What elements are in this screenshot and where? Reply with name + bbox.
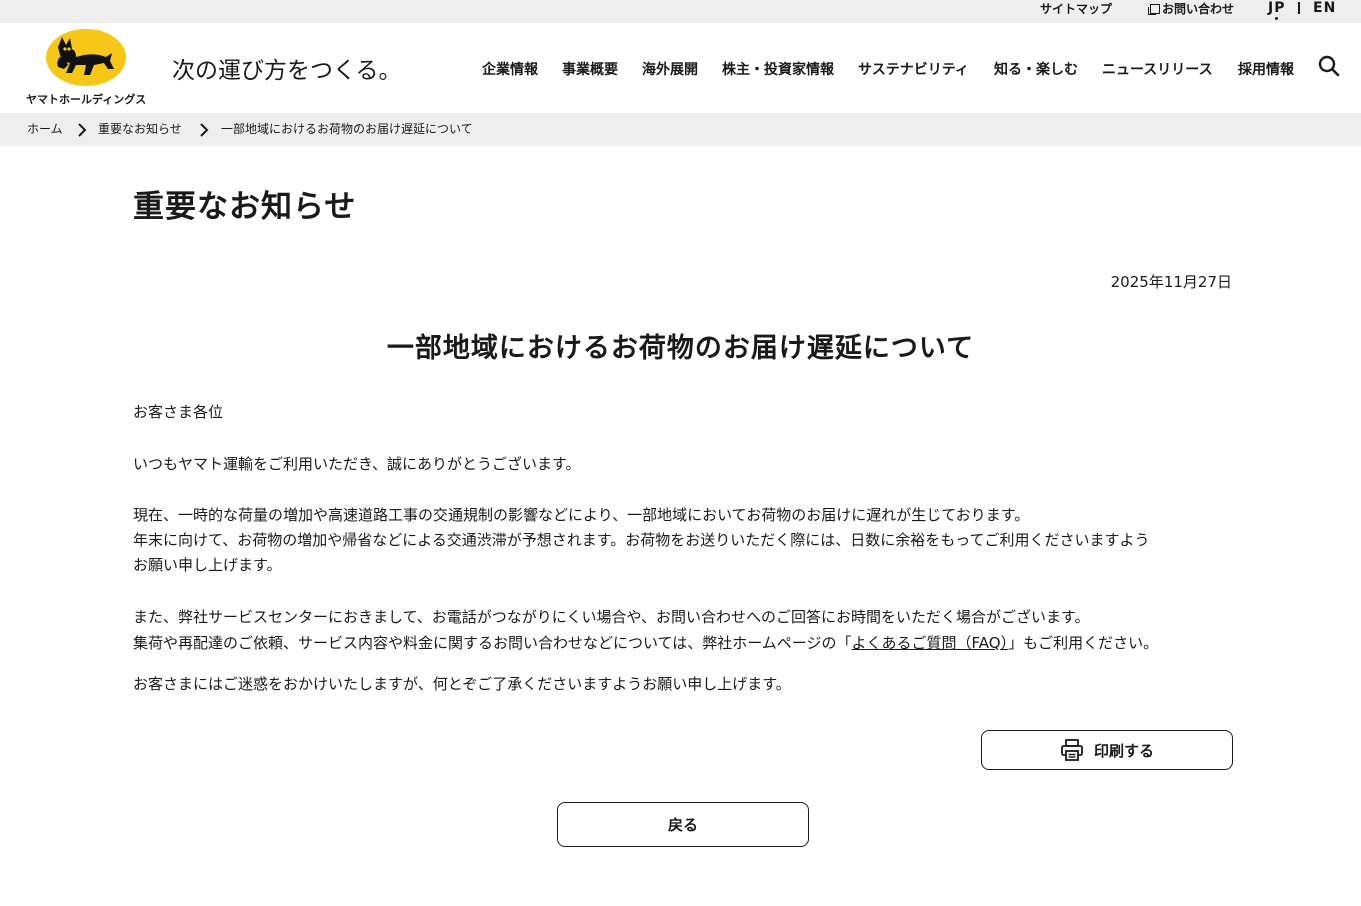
- tagline: 次の運び方をつくる。: [172, 58, 402, 84]
- nav-news-release[interactable]: ニュースリリース: [1102, 59, 1213, 79]
- body-line: 現在、一時的な荷量の増加や高速道路工事の交通規制の影響などにより、一部地域におい…: [133, 506, 1030, 524]
- external-window-icon: [1148, 3, 1160, 15]
- lang-jp-link[interactable]: JP: [1268, 0, 1286, 20]
- logo-wordmark: ヤマトホールディングス: [26, 93, 147, 106]
- breadcrumb: ホーム 重要なお知らせ 一部地域におけるお荷物のお届け遅延について: [0, 113, 1361, 146]
- search-icon[interactable]: [1318, 55, 1340, 77]
- body-text: 集荷や再配達のご依頼、サービス内容や料金に関するお問い合わせなどについては、弊社…: [133, 634, 852, 652]
- current-lang-indicator: [1275, 17, 1278, 20]
- back-button-label: 戻る: [667, 816, 698, 834]
- body-line: 集荷や再配達のご依頼、サービス内容や料金に関するお問い合わせなどについては、弊社…: [133, 630, 1233, 656]
- faq-link[interactable]: よくあるご質問（FAQ）: [852, 634, 1009, 652]
- logo-emblem: [46, 29, 126, 86]
- nav-sustainability[interactable]: サステナビリティ: [858, 59, 969, 79]
- lang-jp-label: JP: [1268, 0, 1286, 16]
- contact-link-label: お問い合わせ: [1162, 2, 1235, 16]
- thanks-text: いつもヤマト運輸をご利用いただき、誠にありがとうございます。: [133, 455, 581, 473]
- nav-global[interactable]: 海外展開: [642, 59, 698, 79]
- back-button[interactable]: 戻る: [557, 802, 809, 847]
- body-text: 」もご利用ください。: [1008, 634, 1159, 652]
- chevron-right-icon: [200, 123, 209, 137]
- breadcrumb-home[interactable]: ホーム: [27, 122, 63, 137]
- lang-divider: [1298, 2, 1300, 14]
- breadcrumb-current: 一部地域におけるお荷物のお届け遅延について: [221, 122, 473, 136]
- site-logo[interactable]: ヤマトホールディングス: [26, 29, 150, 109]
- chevron-right-icon: [78, 123, 87, 137]
- body-line: お願い申し上げます。: [133, 556, 282, 574]
- page-title: 重要なお知らせ: [133, 189, 357, 225]
- printer-icon: [1061, 739, 1083, 761]
- body-line: また、弊社サービスセンターにおきまして、お電話がつながりにくい場合や、お問い合わ…: [133, 608, 1090, 626]
- publish-date: 2025年11月27日: [1110, 273, 1232, 291]
- greeting: お客さま各位: [133, 403, 224, 421]
- nav-learn-enjoy[interactable]: 知る・楽しむ: [994, 59, 1078, 79]
- print-button[interactable]: 印刷する: [981, 730, 1233, 770]
- breadcrumb-notices[interactable]: 重要なお知らせ: [98, 122, 182, 137]
- article-title: 一部地域におけるお荷物のお届け遅延について: [386, 333, 975, 364]
- sitemap-link[interactable]: サイトマップ: [1040, 1, 1112, 17]
- contact-link[interactable]: お問い合わせ: [1148, 1, 1234, 17]
- nav-corporate-info[interactable]: 企業情報: [482, 59, 538, 79]
- utility-bar: サイトマップ お問い合わせ JP EN: [0, 0, 1361, 23]
- nav-investors[interactable]: 株主・投資家情報: [722, 59, 834, 79]
- black-cat-logo-icon: [57, 37, 114, 75]
- print-button-label: 印刷する: [1093, 741, 1154, 760]
- nav-careers[interactable]: 採用情報: [1238, 59, 1294, 79]
- body-line: 年末に向けて、お荷物の増加や帰省などによる交通渋滞が予想されます。お荷物をお送り…: [133, 531, 1150, 549]
- lang-en-link[interactable]: EN: [1313, 0, 1336, 17]
- nav-business-overview[interactable]: 事業概要: [562, 59, 618, 79]
- closing-text: お客さまにはご迷惑をおかけいたしますが、何とぞご了承くださいますようお願い申し上…: [133, 675, 791, 693]
- site-header: ヤマトホールディングス 次の運び方をつくる。 企業情報 事業概要 海外展開 株主…: [0, 23, 1361, 113]
